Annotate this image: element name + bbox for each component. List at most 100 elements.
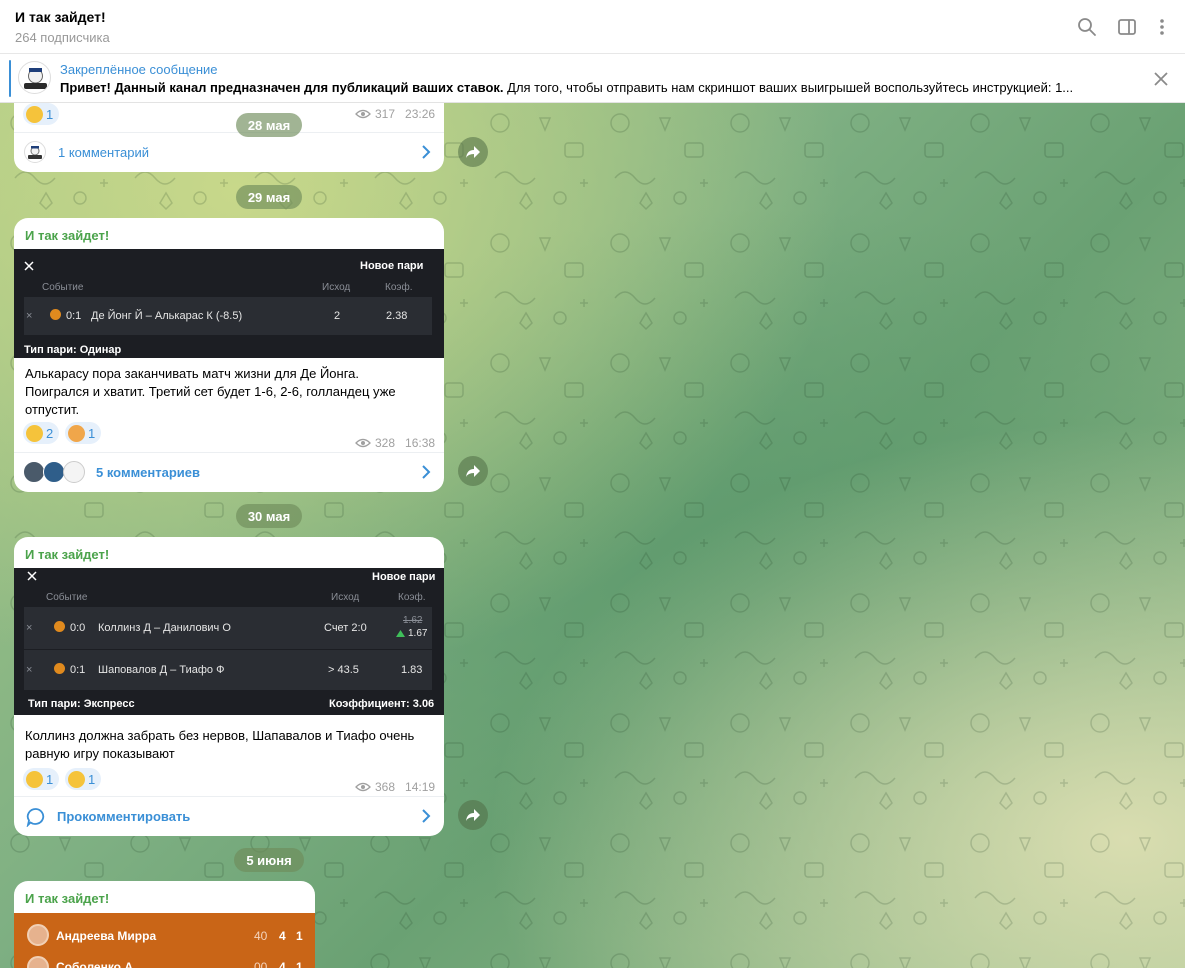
chevron-right-icon (422, 465, 431, 479)
player-set: 4 (279, 960, 286, 968)
remove-icon: × (26, 310, 33, 322)
score-panel: Андреева Мирра 40 4 1 Соболенко А 00 4 1 (14, 913, 315, 968)
comments-button[interactable]: 1 комментарий (14, 132, 444, 172)
live-ball-icon (54, 621, 65, 634)
grin-icon (26, 424, 43, 442)
reaction-exploding[interactable]: 1 (65, 422, 102, 444)
bet-coef: 1.83 (401, 664, 423, 676)
grin-icon (26, 770, 43, 788)
message-author[interactable]: И так зайдет! (25, 547, 109, 562)
message-meta: 368 14:19 (355, 780, 435, 794)
pinned-text: Привет! Данный канал предназначен для пу… (60, 80, 1130, 95)
col-outcome: Исход (331, 592, 360, 603)
eye-icon (355, 109, 371, 119)
share-button[interactable] (458, 137, 488, 167)
date-separator: 30 мая (236, 504, 302, 528)
bet-title: Новое пари (372, 571, 436, 583)
text-line: Поигрался и хватит. Третий сет будет 1-6… (25, 384, 396, 399)
reaction-grin[interactable]: 1 (23, 768, 60, 790)
date-separator: 28 мая (236, 113, 302, 137)
close-icon (27, 571, 37, 581)
bet-outcome: > 43.5 (328, 664, 359, 676)
thumbs-up-icon (26, 105, 43, 123)
more-icon[interactable] (1150, 15, 1174, 39)
sidebar-icon[interactable] (1115, 15, 1139, 39)
comments-label: 1 комментарий (58, 145, 149, 160)
remove-icon: × (26, 664, 33, 676)
message-time: 16:38 (405, 436, 436, 450)
col-coef: Коэф. (398, 592, 426, 603)
message-text: Алькарасу пора заканчивать матч жизни дл… (25, 365, 425, 419)
message-bubble[interactable]: И так зайдет! Андреева Мирра 40 4 1 Собо… (14, 881, 315, 968)
message-bubble[interactable]: И так зайдет! Новое пари Событие Исход К… (14, 537, 444, 836)
reaction-grin[interactable]: 2 (23, 422, 60, 444)
channel-title[interactable]: И так зайдет! (15, 9, 106, 25)
close-icon[interactable] (1151, 69, 1171, 89)
bet-row: × 0:1 Де Йонг Й – Алькарас К (-8.5) 2 2.… (24, 297, 432, 335)
player-sets-won: 1 (296, 960, 303, 968)
bet-screenshot[interactable]: Новое пари Событие Исход Коэф. × 0:1 Де … (14, 249, 444, 358)
eye-icon (355, 782, 371, 792)
comments-button[interactable]: Прокомментировать (14, 796, 444, 836)
search-icon[interactable] (1075, 15, 1099, 39)
message-bubble[interactable]: И так зайдет! Новое пари Событие Исход К… (14, 218, 444, 492)
chevron-right-icon (422, 809, 431, 823)
commenter-avatar (24, 141, 46, 163)
view-count: 368 (375, 780, 396, 794)
comments-button[interactable]: 5 комментариев (14, 452, 444, 492)
message-bubble[interactable]: 1 317 23:26 1 комментарий (14, 103, 444, 172)
commenter-avatar (43, 461, 65, 483)
player-game: 00 (254, 960, 268, 968)
commenter-avatar (63, 461, 85, 483)
comment-icon (26, 808, 45, 827)
reaction-thumbs-up[interactable]: 1 (23, 103, 60, 125)
bet-title: Новое пари (360, 260, 424, 272)
message-author[interactable]: И так зайдет! (25, 891, 109, 906)
reaction-count: 1 (46, 771, 54, 787)
live-ball-icon (54, 663, 65, 676)
col-event: Событие (46, 592, 88, 603)
player-avatar (27, 924, 49, 946)
message-time: 23:26 (405, 107, 436, 121)
bet-coef-old: 1.62 (403, 615, 423, 626)
forward-icon (466, 465, 480, 477)
pinned-text-rest: Для того, чтобы отправить нам скриншот в… (503, 80, 1074, 95)
text-line: равную игру показывают (25, 746, 175, 761)
player-game: 40 (254, 929, 268, 943)
message-author[interactable]: И так зайдет! (25, 228, 109, 243)
pinned-message[interactable]: Закреплённое сообщение Привет! Данный ка… (0, 55, 1185, 103)
date-separator: 5 июня (234, 848, 304, 872)
bet-event: Шаповалов Д – Тиафо Ф (98, 664, 225, 676)
reaction-count: 1 (88, 771, 96, 787)
chat-header: И так зайдет! 264 подписчика (0, 0, 1185, 54)
view-count: 317 (375, 107, 396, 121)
text-line: Алькарасу пора заканчивать матч жизни дл… (25, 366, 360, 381)
view-count: 328 (375, 436, 396, 450)
bet-type: Тип пари: Экспресс (28, 698, 135, 710)
col-outcome: Исход (322, 282, 351, 293)
reaction-scream[interactable]: 1 (65, 768, 102, 790)
bet-type: Тип пари: Одинар (24, 344, 122, 356)
bet-coef: 2.38 (386, 310, 408, 322)
reaction-count: 1 (46, 106, 54, 122)
reaction-count: 1 (88, 425, 96, 441)
chat-area[interactable]: 1 317 23:26 1 комментарий 28 мая 29 мая … (0, 103, 1185, 968)
subscriber-count: 264 подписчика (15, 30, 110, 45)
bet-screenshot[interactable]: Новое пари Событие Исход Коэф. × 0:0 Кол… (14, 568, 444, 715)
col-coef: Коэф. (385, 282, 413, 293)
live-ball-icon (50, 309, 61, 322)
forward-icon (466, 146, 480, 158)
date-separator: 29 мая (236, 185, 302, 209)
remove-icon: × (26, 622, 33, 634)
comments-label: 5 комментариев (96, 465, 201, 480)
player-name: Соболенко А (56, 960, 134, 968)
close-icon (24, 261, 34, 271)
eye-icon (355, 438, 371, 448)
exploding-head-icon (68, 424, 85, 442)
commenter-avatar (23, 461, 45, 483)
share-button[interactable] (458, 456, 488, 486)
share-button[interactable] (458, 800, 488, 830)
text-line: Коллинз должна забрать без нервов, Шапав… (25, 728, 415, 743)
bet-score: 0:0 (70, 622, 86, 634)
col-event: Событие (42, 282, 84, 293)
